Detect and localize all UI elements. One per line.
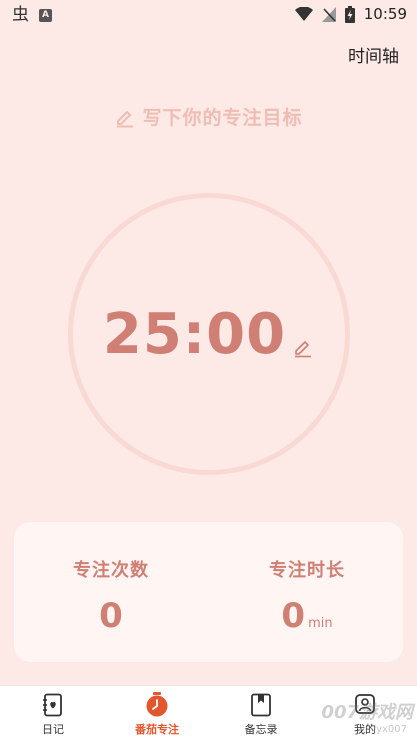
nav-item-tomato-focus[interactable]: 番茄专注 (112, 692, 202, 737)
site-watermark-url: yx007 (376, 724, 407, 735)
focus-screen: 虫 A 10:59 时间轴 写下你的专注目标 25:00 专注次数 0 专注时长… (0, 0, 417, 743)
timer-value[interactable]: 25:00 (103, 300, 286, 370)
focus-duration-unit: min (308, 616, 333, 631)
nav-label-tomato-focus: 番茄专注 (135, 723, 179, 736)
nav-label-memo: 备忘录 (244, 723, 278, 736)
wifi-icon (294, 7, 313, 21)
status-bar: 虫 A 10:59 (0, 0, 417, 30)
app-notification-icon: 虫 (12, 5, 29, 25)
no-signal-icon (321, 6, 336, 22)
focus-count-value: 0 (99, 596, 123, 636)
timer: 25:00 (0, 300, 417, 370)
focus-goal-placeholder: 写下你的专注目标 (142, 107, 303, 129)
nav-item-memo[interactable]: 备忘录 (216, 692, 306, 737)
focus-count-label: 专注次数 (73, 560, 149, 581)
tomato-timer-icon (146, 692, 168, 717)
site-watermark: 007游戏网 (321, 702, 413, 723)
clock: 10:59 (363, 5, 407, 23)
memo-icon (251, 693, 271, 717)
focus-goal-input[interactable]: 写下你的专注目标 (0, 103, 417, 130)
stats-card: 专注次数 0 专注时长 0 min (14, 522, 403, 662)
focus-count-stat: 专注次数 0 (31, 556, 191, 636)
focus-duration-stat: 专注时长 0 min (227, 556, 387, 636)
focus-duration-value: 0 (281, 596, 306, 636)
diary-icon (43, 693, 62, 717)
nav-label-diary: 日记 (42, 723, 64, 736)
edit-duration-icon[interactable] (292, 336, 314, 358)
nav-item-diary[interactable]: 日记 (8, 692, 98, 737)
text-notification-icon: A (39, 8, 52, 22)
timeline-button[interactable]: 时间轴 (348, 42, 399, 67)
focus-duration-label: 专注时长 (269, 560, 345, 581)
battery-charging-icon (344, 5, 355, 23)
pencil-icon (117, 110, 134, 127)
